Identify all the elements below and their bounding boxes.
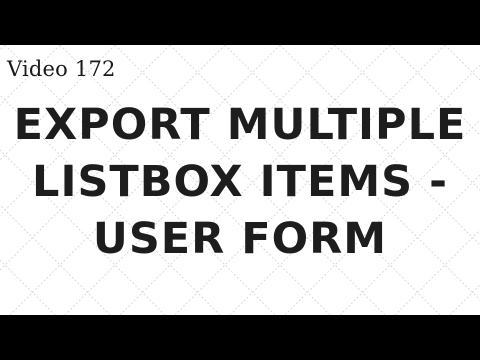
video-number-label: Video 172	[7, 57, 116, 81]
video-frame: Video 172 EXPORT MULTIPLE LISTBOX ITEMS …	[0, 0, 480, 360]
title-line-3: USER FORM	[92, 214, 388, 264]
title-card: Video 172 EXPORT MULTIPLE LISTBOX ITEMS …	[0, 45, 480, 315]
title-line-2: LISTBOX ITEMS -	[32, 157, 448, 207]
title-line-1: EXPORT MULTIPLE	[13, 100, 467, 150]
video-title: EXPORT MULTIPLE LISTBOX ITEMS - USER FOR…	[0, 97, 480, 268]
